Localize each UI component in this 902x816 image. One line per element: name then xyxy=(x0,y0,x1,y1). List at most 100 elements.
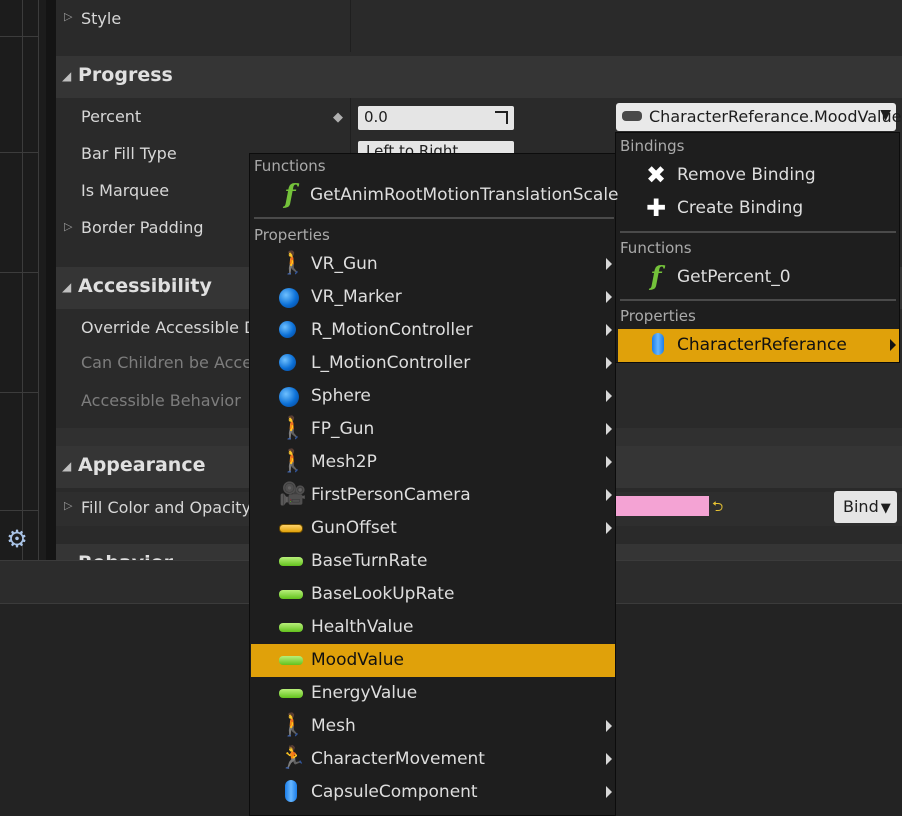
property-item-label: CharacterMovement xyxy=(311,749,485,769)
binding-menu: Bindings ✖ Remove Binding ✚ Create Bindi… xyxy=(615,132,900,363)
variable-icon xyxy=(622,111,642,121)
function-item[interactable]: f GetAnimRootMotionTranslationScale xyxy=(250,179,618,212)
property-item[interactable]: VR_Marker xyxy=(251,281,615,314)
grid-line xyxy=(0,152,38,153)
menu-separator xyxy=(620,231,896,233)
bindings-header: Bindings xyxy=(620,137,685,155)
capsule-icon xyxy=(652,333,664,355)
property-item-label: Mesh xyxy=(311,716,356,736)
property-item[interactable]: R_MotionController xyxy=(251,314,615,347)
float-variable-icon xyxy=(279,590,303,599)
function-icon: f xyxy=(284,180,296,210)
property-item-label: FirstPersonCamera xyxy=(311,485,471,505)
grid-line xyxy=(0,510,38,511)
submenu-arrow-icon xyxy=(890,339,896,351)
property-item[interactable]: 🚶 VR_Gun xyxy=(251,248,615,281)
skeletal-mesh-icon: 🚶 xyxy=(279,713,307,738)
property-item[interactable]: BaseLookUpRate xyxy=(251,578,615,611)
fill-color-label: Fill Color and Opacity xyxy=(81,498,252,517)
collapse-triangle-icon[interactable]: ◢ xyxy=(62,69,71,83)
skeletal-mesh-icon: 🚶 xyxy=(279,251,307,276)
sphere-icon xyxy=(279,288,299,308)
property-item[interactable]: 🚶 Mesh2P xyxy=(251,446,615,479)
property-item[interactable]: 🚶 Mesh xyxy=(251,710,615,743)
submenu-arrow-icon xyxy=(606,324,612,336)
progress-category[interactable]: ◢ Progress xyxy=(56,56,902,98)
expand-triangle-icon[interactable]: ▷ xyxy=(64,10,72,23)
get-percent-item[interactable]: f GetPercent_0 xyxy=(616,261,899,294)
reset-to-default-icon[interactable]: ⮌ xyxy=(712,496,723,520)
property-item[interactable]: 🎥 FirstPersonCamera xyxy=(251,479,615,512)
sphere-icon xyxy=(279,387,299,407)
property-item[interactable]: CapsuleComponent xyxy=(251,776,615,809)
grid-line xyxy=(0,392,38,393)
character-referance-item[interactable]: CharacterReferance xyxy=(618,329,899,362)
property-item-label: VR_Gun xyxy=(311,254,378,274)
property-item[interactable]: L_MotionController xyxy=(251,347,615,380)
border-padding-label: Border Padding xyxy=(81,218,204,237)
collapse-triangle-icon[interactable]: ◢ xyxy=(62,459,71,473)
motion-controller-icon xyxy=(279,354,296,371)
vector-variable-icon xyxy=(279,524,303,533)
float-variable-icon xyxy=(279,557,303,566)
gear-icon[interactable]: ⚙ xyxy=(4,526,30,552)
behavior-title: Behavior xyxy=(78,552,173,560)
expand-triangle-icon[interactable]: ▷ xyxy=(64,499,72,512)
property-item[interactable]: Sphere xyxy=(251,380,615,413)
property-item[interactable]: GunOffset xyxy=(251,512,615,545)
submenu-arrow-icon xyxy=(606,753,612,765)
property-item-label: EnergyValue xyxy=(311,683,418,703)
property-item-label: CapsuleComponent xyxy=(311,782,478,802)
character-referance-label: CharacterReferance xyxy=(677,335,847,355)
percent-value: 0.0 xyxy=(364,108,388,126)
float-variable-icon xyxy=(279,656,303,665)
property-item[interactable]: 🚶 FP_Gun xyxy=(251,413,615,446)
get-percent-label: GetPercent_0 xyxy=(677,267,791,287)
property-item[interactable]: HealthValue xyxy=(251,611,615,644)
submenu-arrow-icon xyxy=(606,489,612,501)
property-item[interactable]: EnergyValue xyxy=(251,677,615,710)
property-binding-icon[interactable]: ◆ xyxy=(333,110,343,125)
expand-icon[interactable] xyxy=(495,111,508,124)
submenu-arrow-icon xyxy=(606,291,612,303)
property-item[interactable]: BaseTurnRate xyxy=(251,545,615,578)
property-item-label: L_MotionController xyxy=(311,353,471,373)
property-item-label: HealthValue xyxy=(311,617,414,637)
remove-binding-item[interactable]: ✖ Remove Binding xyxy=(616,159,899,192)
submenu-arrow-icon xyxy=(606,423,612,435)
collapse-triangle-icon[interactable]: ◢ xyxy=(62,280,71,294)
character-movement-icon: 🏃 xyxy=(279,746,307,771)
property-item-label: BaseTurnRate xyxy=(311,551,428,571)
style-row[interactable]: ▷ Style xyxy=(56,6,902,36)
create-binding-item[interactable]: ✚ Create Binding xyxy=(616,192,899,225)
property-item-label: Sphere xyxy=(311,386,371,406)
function-icon: f xyxy=(650,262,662,292)
property-item[interactable]: MoodValue xyxy=(251,644,615,677)
functions-header: Functions xyxy=(620,239,692,257)
property-item-label: GunOffset xyxy=(311,518,397,538)
submenu-arrow-icon xyxy=(606,456,612,468)
float-variable-icon xyxy=(279,689,303,698)
binding-dropdown-button[interactable]: CharacterReferance.MoodValue ▼ xyxy=(616,103,901,131)
grid-line xyxy=(38,0,39,560)
properties-header: Properties xyxy=(620,307,696,325)
property-item-label: BaseLookUpRate xyxy=(311,584,455,604)
progress-title: Progress xyxy=(78,64,173,86)
skeletal-mesh-icon: 🚶 xyxy=(279,449,307,474)
functions-header: Functions xyxy=(254,157,326,175)
property-item-label: R_MotionController xyxy=(311,320,473,340)
submenu-arrow-icon xyxy=(606,522,612,534)
accessible-behavior-label: Accessible Behavior xyxy=(81,391,241,410)
property-item-label: MoodValue xyxy=(311,650,404,670)
capsule-icon xyxy=(285,780,297,802)
submenu-arrow-icon xyxy=(606,786,612,798)
property-submenu: Functions f GetAnimRootMotionTranslation… xyxy=(249,153,619,816)
submenu-arrow-icon xyxy=(606,258,612,270)
percent-input[interactable]: 0.0 xyxy=(358,106,514,130)
submenu-arrow-icon xyxy=(606,390,612,402)
plus-icon: ✚ xyxy=(645,194,667,222)
bind-button[interactable]: Bind ▼ xyxy=(834,491,897,523)
expand-triangle-icon[interactable]: ▷ xyxy=(64,220,72,233)
property-item[interactable]: 🏃 CharacterMovement xyxy=(251,743,615,776)
fill-color-swatch[interactable] xyxy=(616,496,709,516)
